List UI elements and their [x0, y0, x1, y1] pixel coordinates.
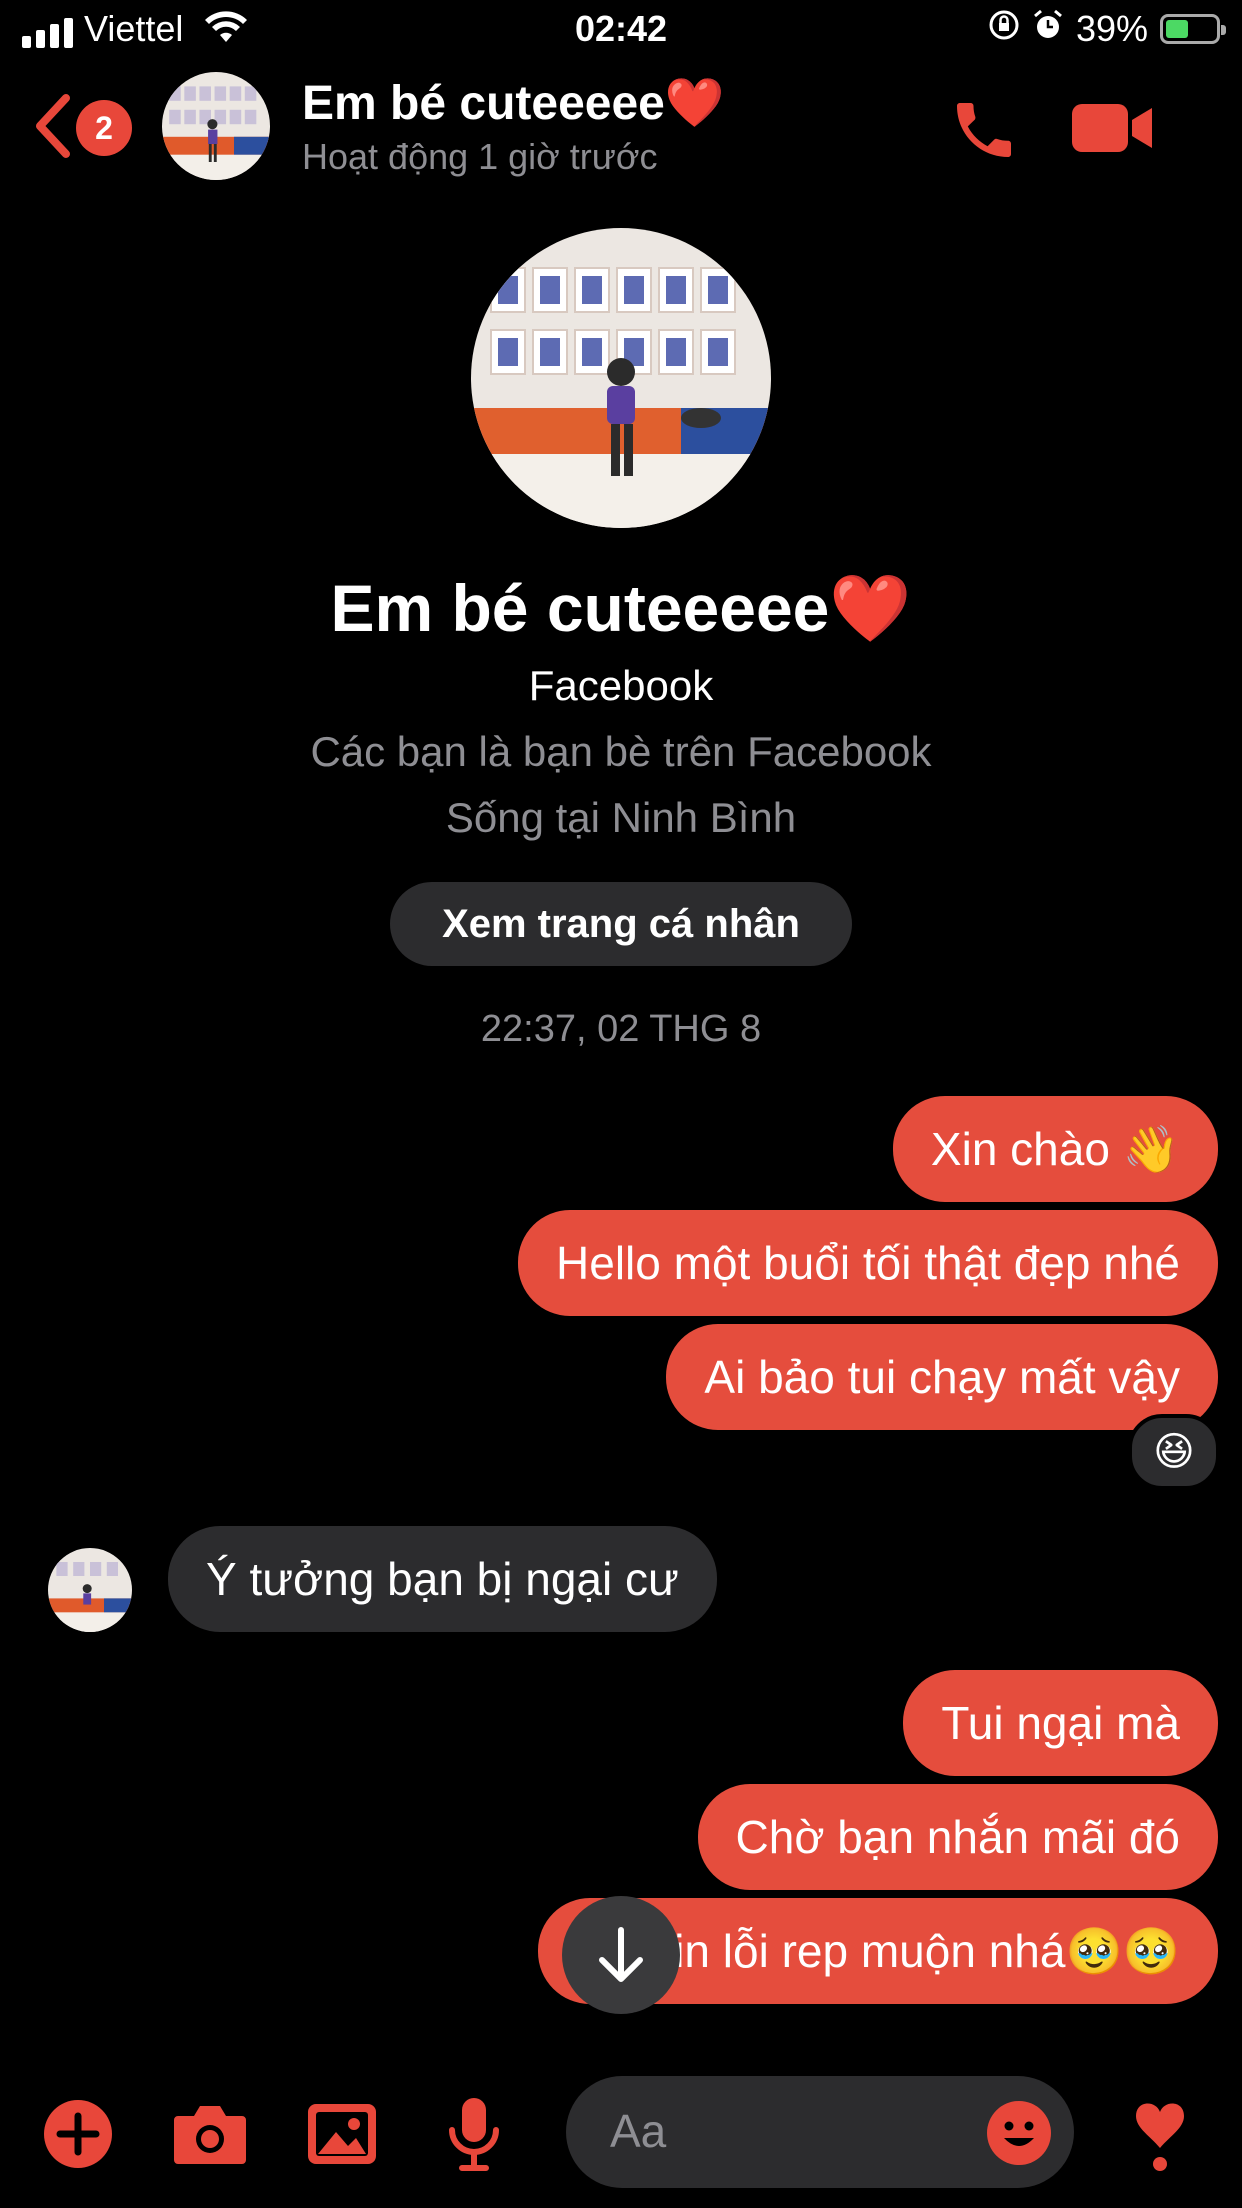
unread-badge: 2 [76, 100, 132, 156]
emoji-button[interactable] [986, 2100, 1052, 2171]
call-button[interactable] [948, 94, 1020, 171]
phone-icon [957, 103, 1011, 157]
message-reaction[interactable]: 😆 [1128, 1414, 1220, 1490]
avatar-photo [162, 72, 270, 180]
orientation-lock-icon [988, 8, 1020, 50]
sender-avatar-photo [48, 1548, 132, 1632]
profile-location: Sống tại Ninh Bình [445, 794, 797, 841]
profile-friends-text: Các bạn là bạn bè trên Facebook [310, 728, 932, 775]
profile-platform: Facebook [528, 662, 714, 709]
voice-record-button[interactable] [434, 2094, 514, 2174]
arrow-down-icon [599, 1927, 643, 1982]
scroll-to-bottom-button[interactable] [562, 1896, 680, 2014]
emoji-icon [987, 2101, 1051, 2165]
video-call-button[interactable] [1072, 102, 1154, 159]
alarm-icon [1032, 8, 1064, 50]
heart-icon [1136, 2103, 1184, 2171]
activity-status: Hoạt động 1 giờ trước [302, 136, 658, 177]
profile-photo [471, 228, 771, 528]
conversation-timestamp: 22:37, 02 THG 8 [480, 1008, 762, 1050]
back-button[interactable] [30, 92, 74, 165]
profile-name: Em bé cuteeeee❤️ [330, 571, 912, 645]
avatar[interactable] [48, 1548, 132, 1632]
contact-name[interactable]: Em bé cuteeeee❤️ [302, 74, 725, 131]
gallery-button[interactable] [302, 2094, 382, 2174]
chevron-left-icon [36, 94, 70, 158]
status-bar: Viettel 02:42 39% [0, 0, 1242, 62]
image-icon [308, 2104, 376, 2164]
message-outgoing[interactable]: Ai bảo tui chạy mất vậy [666, 1324, 1218, 1430]
message-outgoing[interactable]: Tui ngại mà [903, 1670, 1218, 1776]
camera-icon [174, 2106, 246, 2164]
message-outgoing[interactable]: Chờ bạn nhắn mãi đó [697, 1784, 1218, 1890]
plus-icon [44, 2100, 112, 2168]
microphone-icon [449, 2098, 499, 2171]
more-actions-button[interactable] [38, 2094, 118, 2174]
battery-icon [1160, 14, 1226, 44]
heart-react-button[interactable] [1132, 2096, 1188, 2186]
camera-button[interactable] [170, 2094, 250, 2174]
avatar[interactable] [162, 72, 270, 180]
video-camera-icon [1072, 104, 1152, 152]
view-profile-button[interactable]: Xem trang cá nhân [390, 882, 852, 966]
battery-percent: 39% [1075, 8, 1148, 49]
message-outgoing[interactable]: Hello một buổi tối thật đẹp nhé [518, 1210, 1218, 1316]
profile-picture[interactable] [471, 228, 771, 528]
status-right: 39% [988, 8, 1226, 50]
message-incoming[interactable]: Ý tưởng bạn bị ngại cư [168, 1526, 717, 1632]
message-outgoing[interactable]: Xin chào 👋 [892, 1096, 1218, 1202]
message-input-placeholder: Aa [610, 2105, 667, 2157]
